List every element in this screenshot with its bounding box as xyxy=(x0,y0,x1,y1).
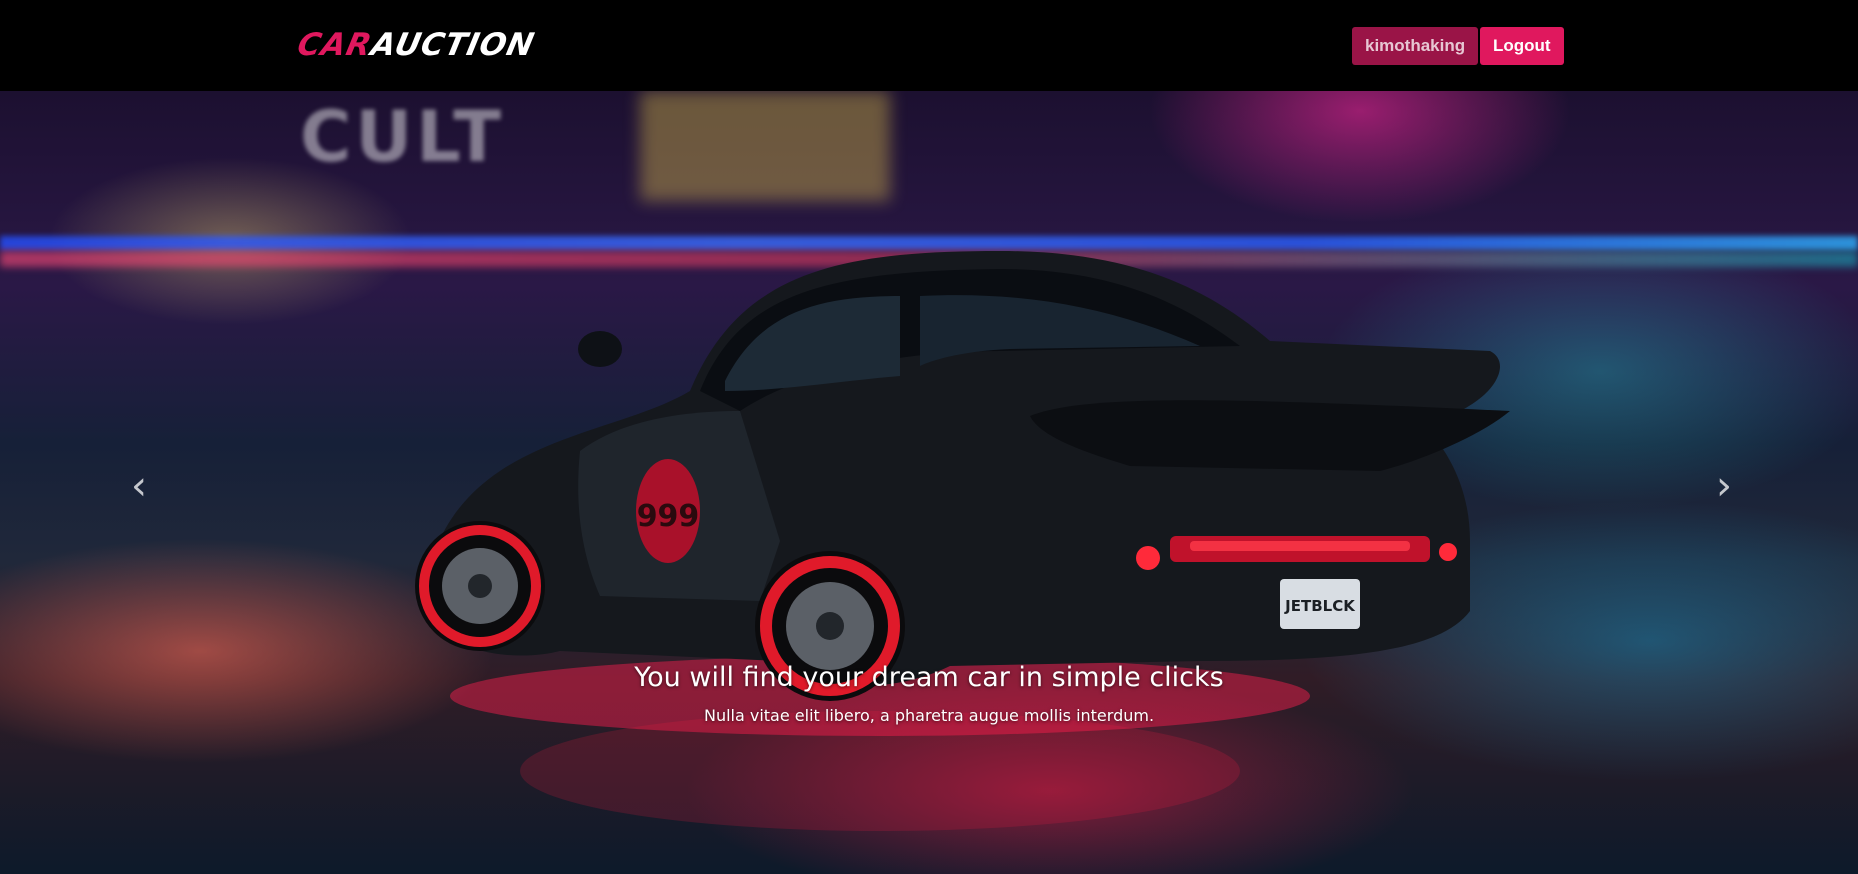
carousel-prev-button[interactable]: ‹ xyxy=(119,461,159,511)
car-number-text: 999 xyxy=(637,499,700,534)
carousel-next-button[interactable]: › xyxy=(1704,461,1744,511)
carousel-caption-title: You will find your dream car in simple c… xyxy=(634,662,1224,693)
chevron-right-icon: › xyxy=(1716,463,1732,509)
chevron-left-icon: ‹ xyxy=(131,463,147,509)
user-profile-button[interactable]: kimothaking xyxy=(1352,27,1479,65)
logout-button[interactable]: Logout xyxy=(1480,27,1564,65)
logo-car-text: CAR xyxy=(294,27,376,63)
logo-auction-text: AUCTION xyxy=(367,27,538,63)
navbar: CARAUCTION kimothaking Logout xyxy=(0,0,1858,91)
carousel-caption-text: Nulla vitae elit libero, a pharetra augu… xyxy=(703,706,1155,725)
carousel-image-car: 999 JETBLCK xyxy=(415,251,1510,831)
license-plate-text: JETBLCK xyxy=(1284,597,1356,615)
site-logo[interactable]: CARAUCTION xyxy=(294,25,539,65)
hero-carousel: CULT 999 JETBLCK ‹ › You will find your … xyxy=(0,91,1858,874)
